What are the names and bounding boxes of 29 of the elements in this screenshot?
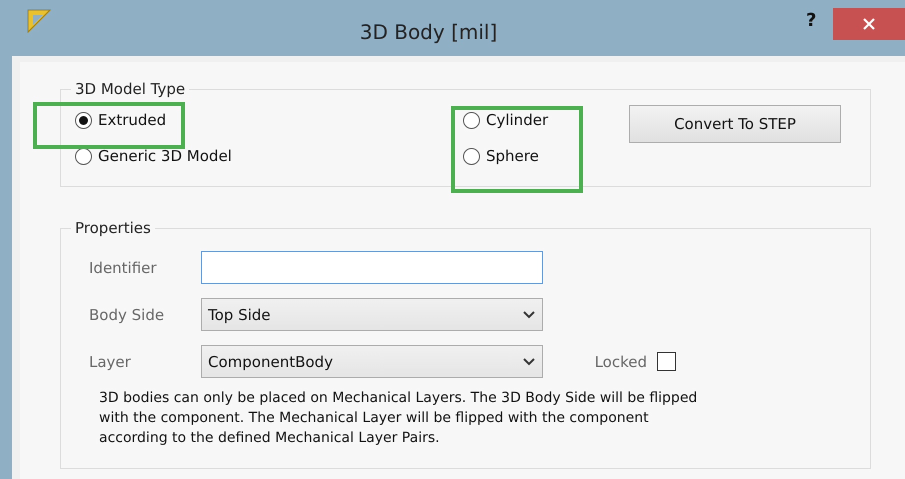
radio-label: Extruded <box>98 111 166 129</box>
field-label: Layer <box>89 352 132 370</box>
layer-dropdown[interactable]: ComponentBody <box>201 345 543 378</box>
field-label: Identifier <box>89 258 158 276</box>
group-title: Properties <box>74 219 152 237</box>
convert-button[interactable]: Convert To STEP <box>629 105 841 143</box>
group-title: 3D Model Type <box>74 80 186 98</box>
radio-label: Generic 3D Model <box>98 147 232 165</box>
radio-button[interactable] <box>463 148 480 164</box>
close-icon <box>862 17 876 31</box>
identifier-field[interactable] <box>201 251 543 284</box>
chevron-icon <box>522 310 536 320</box>
close-button[interactable] <box>833 8 905 40</box>
radio-label: Sphere <box>486 147 539 165</box>
window-title: 3D Body [mil] <box>358 20 498 44</box>
radio-option[interactable]: Cylinder <box>463 111 629 129</box>
checkbox-label: Locked <box>594 352 647 370</box>
locked-checkbox[interactable] <box>657 352 676 371</box>
body-side-dropdown[interactable]: Top Side <box>201 298 543 331</box>
radio-button[interactable] <box>463 112 480 128</box>
field-label: Body Side <box>89 306 166 324</box>
help-button[interactable]: ? <box>806 10 816 31</box>
radio-button[interactable] <box>75 112 92 128</box>
radio-option[interactable]: Extruded <box>75 111 463 129</box>
radio-option[interactable]: Generic 3D Model <box>75 147 463 165</box>
radio-option[interactable]: Sphere <box>463 147 629 165</box>
radio-label: Cylinder <box>486 111 548 129</box>
info-text: 3D bodies can only be placed on Mechanical Layers. The 3D Body Side will be flipped with the component. The Mechanical Layer will be flipped with the component according to the defined Mechanical Layer Pairs. <box>99 389 698 448</box>
chevron-icon <box>522 356 536 366</box>
